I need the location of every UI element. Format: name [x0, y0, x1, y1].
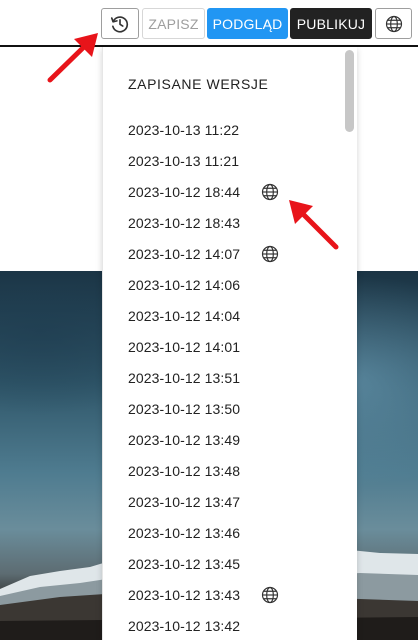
- version-timestamp: 2023-10-13 11:21: [128, 153, 240, 169]
- version-timestamp: 2023-10-12 13:43: [128, 587, 241, 603]
- panel-title: ZAPISANE WERSJE: [128, 76, 269, 92]
- version-item[interactable]: 2023-10-12 13:48: [103, 458, 343, 489]
- version-timestamp: 2023-10-12 14:07: [128, 246, 241, 262]
- globe-icon: [260, 244, 279, 263]
- version-timestamp: 2023-10-12 13:48: [128, 463, 241, 479]
- version-timestamp: 2023-10-12 13:50: [128, 401, 241, 417]
- version-item[interactable]: 2023-10-13 11:22: [103, 117, 343, 148]
- language-button[interactable]: [375, 8, 412, 39]
- version-item[interactable]: 2023-10-12 14:06: [103, 272, 343, 303]
- saved-versions-panel: ZAPISANE WERSJE 2023-10-13 11:22 2023-10-…: [102, 47, 357, 640]
- globe-icon: [385, 15, 402, 32]
- version-item[interactable]: 2023-10-12 13:43: [103, 582, 343, 613]
- version-timestamp: 2023-10-12 14:01: [128, 339, 241, 355]
- version-timestamp: 2023-10-12 13:47: [128, 494, 241, 510]
- version-item[interactable]: 2023-10-12 13:46: [103, 520, 343, 551]
- version-item[interactable]: 2023-10-12 14:01: [103, 334, 343, 365]
- globe-icon: [260, 182, 279, 201]
- globe-icon: [260, 585, 279, 604]
- version-timestamp: 2023-10-12 13:49: [128, 432, 241, 448]
- version-timestamp: 2023-10-12 13:45: [128, 556, 241, 572]
- save-button[interactable]: ZAPISZ: [142, 8, 205, 39]
- version-timestamp: 2023-10-13 11:22: [128, 122, 240, 138]
- annotation-arrow-history: [47, 33, 98, 83]
- version-item[interactable]: 2023-10-12 13:45: [103, 551, 343, 582]
- scrollbar-thumb[interactable]: [345, 50, 354, 132]
- version-timestamp: 2023-10-12 13:51: [128, 370, 241, 386]
- version-timestamp: 2023-10-12 13:42: [128, 618, 241, 634]
- history-button[interactable]: [101, 8, 139, 39]
- version-timestamp: 2023-10-12 18:44: [128, 184, 241, 200]
- version-item[interactable]: 2023-10-12 14:04: [103, 303, 343, 334]
- version-item[interactable]: 2023-10-12 13:51: [103, 365, 343, 396]
- version-timestamp: 2023-10-12 18:43: [128, 215, 241, 231]
- annotation-arrow-published: [289, 200, 339, 250]
- version-item[interactable]: 2023-10-12 13:50: [103, 396, 343, 427]
- version-item[interactable]: 2023-10-12 13:47: [103, 489, 343, 520]
- version-item[interactable]: 2023-10-12 13:49: [103, 427, 343, 458]
- publish-button[interactable]: PUBLIKUJ: [290, 8, 372, 39]
- history-icon: [110, 15, 129, 33]
- version-timestamp: 2023-10-12 14:04: [128, 308, 241, 324]
- preview-button[interactable]: PODGLĄD: [207, 8, 288, 39]
- version-item[interactable]: 2023-10-12 13:42: [103, 613, 343, 640]
- version-timestamp: 2023-10-12 13:46: [128, 525, 241, 541]
- version-item[interactable]: 2023-10-13 11:21: [103, 148, 343, 179]
- version-timestamp: 2023-10-12 14:06: [128, 277, 241, 293]
